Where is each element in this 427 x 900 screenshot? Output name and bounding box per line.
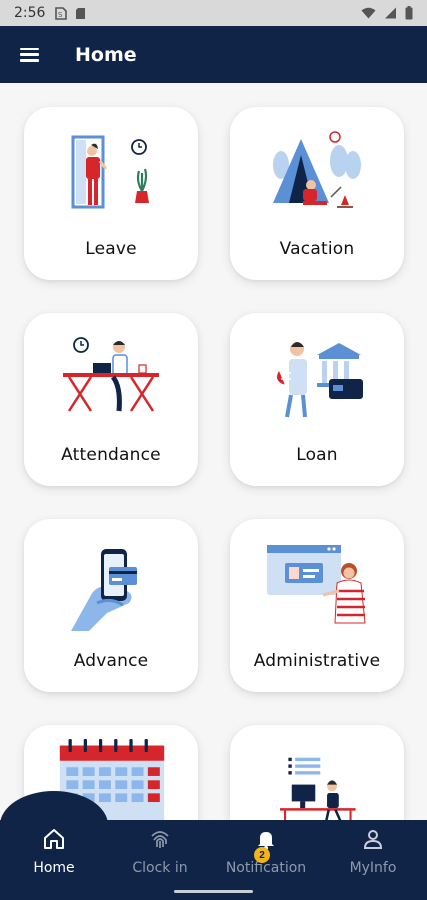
status-time: 2:56 — [14, 5, 46, 21]
wifi-icon — [361, 7, 376, 19]
tile-vacation[interactable]: Vacation — [230, 107, 404, 280]
workstation-illustration — [280, 757, 356, 823]
sim-icon: S — [55, 6, 68, 20]
tile-label: Vacation — [279, 239, 355, 259]
vacation-illustration — [273, 131, 361, 208]
fingerprint-icon — [147, 826, 173, 852]
nav-home[interactable]: Home — [1, 826, 107, 882]
tile-loan[interactable]: Loan — [230, 313, 404, 486]
tile-label: Administrative — [253, 651, 381, 671]
user-icon — [360, 826, 386, 852]
tile-leave[interactable]: Leave — [24, 107, 198, 280]
svg-text:S: S — [58, 11, 63, 19]
home-icon — [41, 826, 67, 852]
tile-attendance[interactable]: Attendance — [24, 313, 198, 486]
app-bar: Home — [0, 26, 427, 83]
notification-count-badge: 2 — [254, 847, 270, 863]
tile-workstation[interactable] — [230, 725, 404, 823]
nav-label-notification: Notification — [225, 860, 307, 876]
tile-advance[interactable]: Advance — [24, 519, 198, 692]
leave-illustration — [71, 135, 149, 209]
nav-label-clock-in: Clock in — [132, 860, 188, 876]
tile-administrative[interactable]: Administrative — [230, 519, 404, 692]
hamburger-menu-icon[interactable] — [20, 47, 39, 62]
nav-label-home: Home — [33, 860, 75, 876]
advance-illustration — [71, 549, 137, 631]
administrative-illustration — [267, 545, 366, 624]
sd-card-icon — [76, 7, 86, 19]
nav-myinfo[interactable]: MyInfo — [320, 826, 426, 882]
tile-label: Attendance — [61, 445, 161, 465]
nav-clock-in[interactable]: Clock in — [107, 826, 213, 882]
tile-label: Loan — [296, 445, 338, 465]
attendance-illustration — [63, 337, 159, 412]
signal-icon — [385, 7, 396, 19]
loan-illustration — [277, 342, 363, 418]
battery-icon — [405, 6, 413, 20]
nav-label-myinfo: MyInfo — [349, 860, 397, 876]
tile-grid: Leave Vacation Attendance Loan Advance A… — [0, 83, 427, 823]
status-bar: 2:56 S — [0, 0, 427, 26]
page-title: Home — [75, 43, 137, 66]
tile-label: Advance — [73, 651, 149, 671]
gesture-handle[interactable] — [174, 890, 253, 893]
tile-label: Leave — [85, 239, 137, 259]
